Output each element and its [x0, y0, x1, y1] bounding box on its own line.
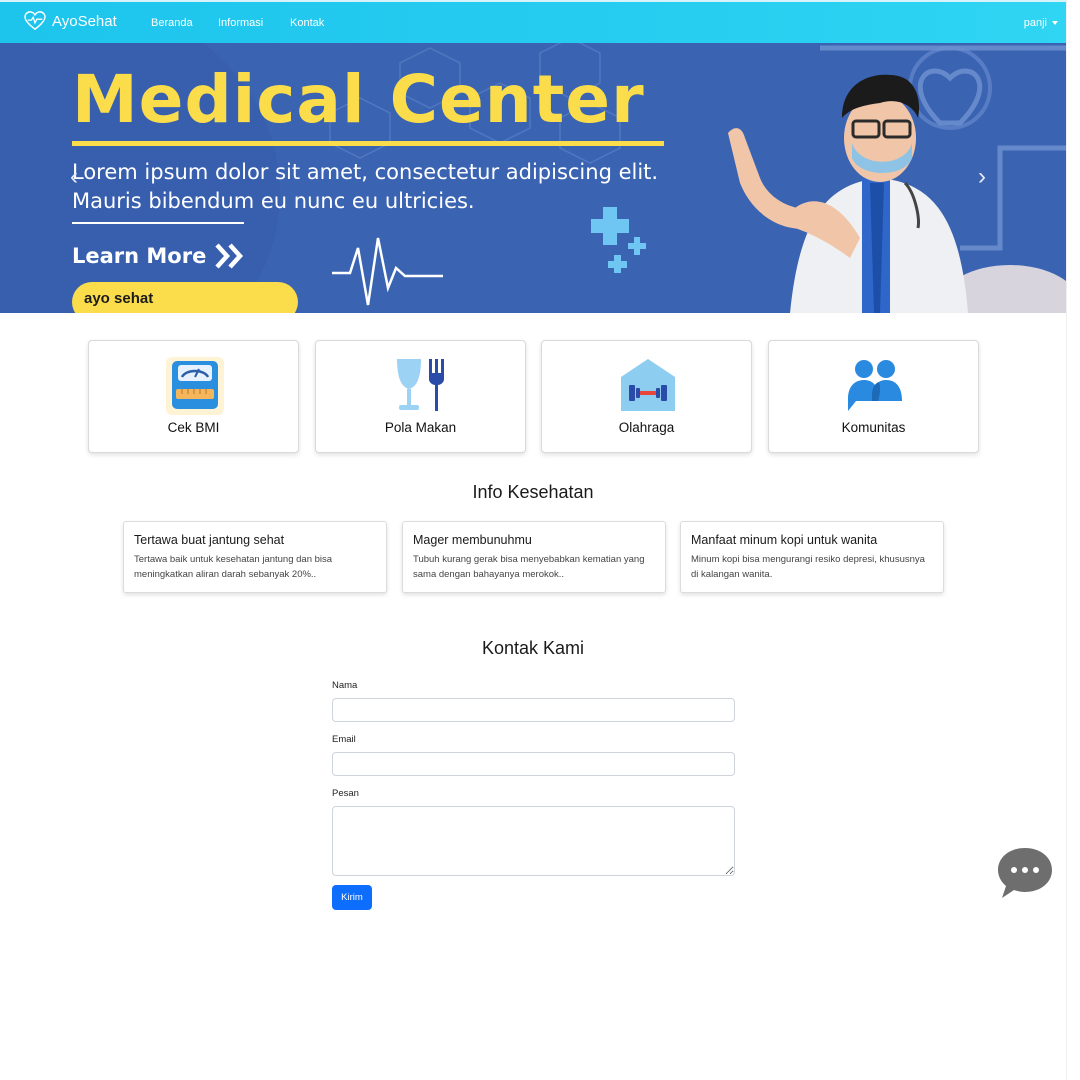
contact-section-title: Kontak Kami	[481, 638, 585, 658]
info-card-title: Mager membunuhmu	[413, 533, 532, 547]
carousel-prev-icon[interactable]: ‹	[70, 163, 78, 191]
brand-name: AyoSehat	[52, 12, 117, 30]
hero-tag: ayo sehat	[72, 282, 298, 313]
page-edge	[1066, 0, 1080, 1080]
info-card-text: Tertawa baik untuk kesehatan jantung dan…	[134, 554, 333, 580]
info-section-title: Info Kesehatan	[472, 482, 594, 502]
learn-more-link[interactable]: Learn More	[72, 241, 246, 271]
info-card-text: Tubuh kurang gerak bisa menyebabkan kema…	[413, 554, 645, 580]
feature-card-komunitas[interactable]: Komunitas	[768, 340, 979, 453]
info-card-title: Tertawa buat jantung sehat	[134, 533, 285, 547]
submit-button[interactable]: Kirim	[332, 885, 372, 910]
email-label: Email	[332, 734, 356, 745]
hero-subtitle-line1: Lorem ipsum dolor sit amet, consectetur …	[72, 160, 659, 184]
learn-more-label: Learn More	[72, 244, 207, 268]
info-card[interactable]: Mager membunuhmu Tubuh kurang gerak bisa…	[402, 521, 666, 593]
nav-link-informasi[interactable]: Informasi	[218, 17, 263, 29]
brand-link[interactable]: AyoSehat	[24, 11, 117, 31]
bmi-scale-icon	[166, 357, 224, 415]
user-name: panji	[1023, 17, 1047, 29]
glass-fork-icon	[397, 359, 444, 411]
hero-title-underline	[72, 141, 664, 146]
info-card-title: Manfaat minum kopi untuk wanita	[691, 533, 878, 547]
info-card-text: Minum kopi bisa mengurangi resiko depres…	[691, 554, 925, 580]
user-dropdown[interactable]: panji	[1024, 17, 1058, 29]
hero-subtitle: Lorem ipsum dolor sit amet, consectetur …	[72, 158, 692, 216]
heart-pulse-icon	[24, 11, 46, 31]
gym-dumbbell-icon	[621, 359, 675, 411]
navbar: AyoSehat Beranda Informasi Kontak panji	[0, 0, 1066, 43]
hero-divider	[72, 222, 244, 224]
hero-title: Medical Center	[72, 61, 645, 138]
feature-label: Pola Makan	[384, 420, 457, 435]
caret-down-icon	[1052, 21, 1058, 25]
hero-carousel: Medical Center Lorem ipsum dolor sit ame…	[0, 43, 1066, 313]
feature-label: Cek BMI	[167, 420, 220, 435]
nav-link-beranda[interactable]: Beranda	[151, 17, 193, 29]
feature-label: Olahraga	[618, 420, 675, 435]
info-card[interactable]: Manfaat minum kopi untuk wanita Minum ko…	[680, 521, 944, 593]
feature-card-pola-makan[interactable]: Pola Makan	[315, 340, 526, 453]
email-field[interactable]	[332, 752, 735, 776]
carousel-next-icon[interactable]: ›	[978, 163, 986, 191]
name-field[interactable]	[332, 698, 735, 722]
message-field[interactable]	[332, 806, 735, 876]
feature-label: Komunitas	[841, 420, 906, 435]
feature-card-cek-bmi[interactable]: Cek BMI	[88, 340, 299, 453]
message-label: Pesan	[332, 788, 359, 799]
chat-bubble-icon[interactable]	[996, 846, 1054, 900]
double-chevron-right-icon	[215, 243, 244, 269]
community-icon	[848, 360, 902, 411]
hero-subtitle-line2: Mauris bibendum eu nunc eu ultricies.	[72, 189, 475, 213]
nav-link-kontak[interactable]: Kontak	[290, 17, 324, 29]
info-card[interactable]: Tertawa buat jantung sehat Tertawa baik …	[123, 521, 387, 593]
name-label: Nama	[332, 680, 358, 691]
feature-card-olahraga[interactable]: Olahraga	[541, 340, 752, 453]
